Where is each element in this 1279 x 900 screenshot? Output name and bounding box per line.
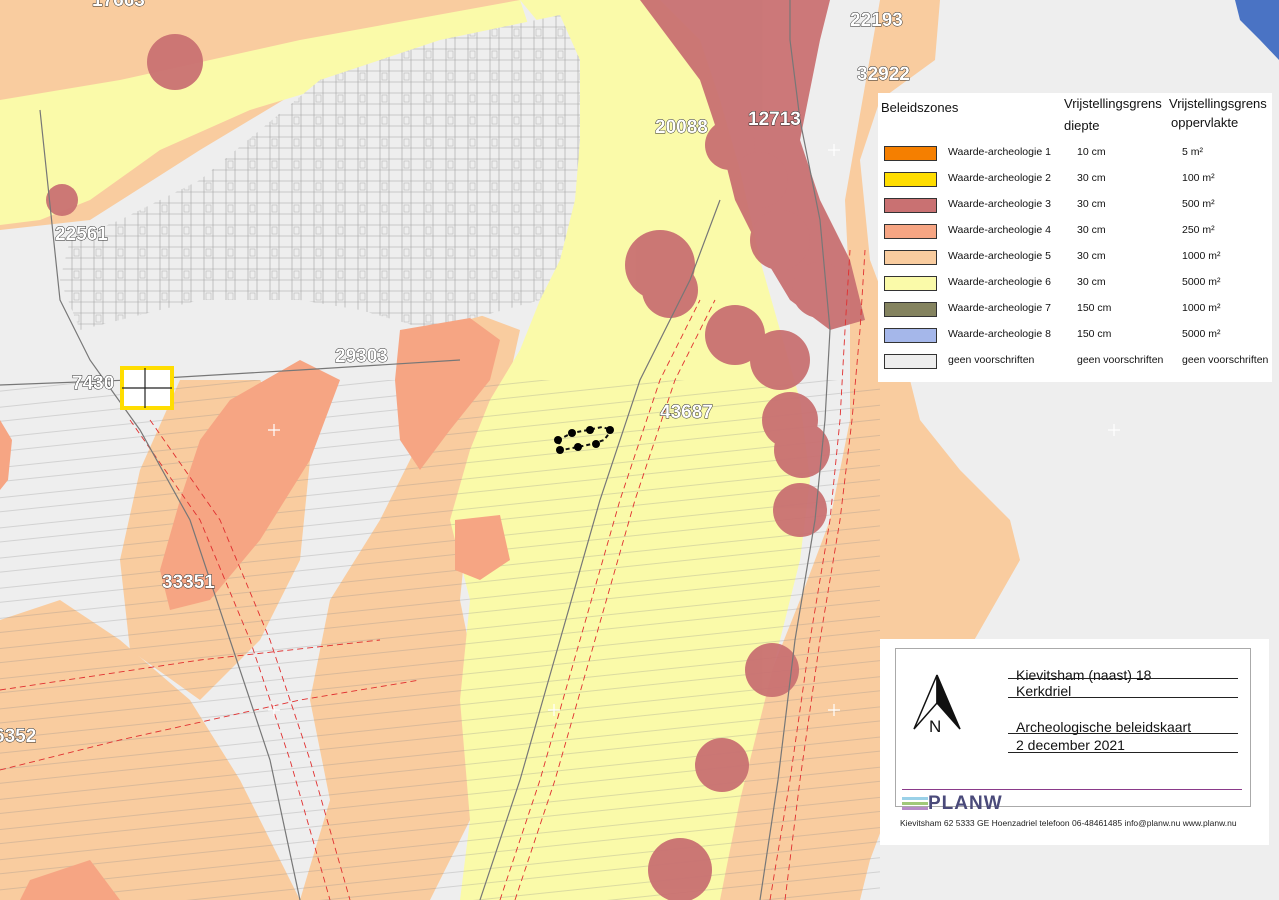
legend-zone-area: 5000 m² — [1182, 276, 1221, 288]
company-address: Kievitsham 62 5333 GE Hoenzadriel telefo… — [900, 818, 1237, 828]
legend-zone-name: Waarde-archeologie 2 — [948, 172, 1051, 184]
plot-label-32922: 32922 — [857, 64, 910, 85]
legend-row: Waarde-archeologie 1 10 cm 5 m² — [878, 143, 1272, 165]
legend-zone-depth: 10 cm — [1077, 146, 1106, 158]
legend-col-depth-line1: Vrijstellingsgrens — [1064, 96, 1162, 111]
legend-zone-name: Waarde-archeologie 3 — [948, 198, 1051, 210]
legend-zone-area: 5000 m² — [1182, 328, 1221, 340]
legend-row: Waarde-archeologie 7 150 cm 1000 m² — [878, 299, 1272, 321]
title-block: N Kievitsham (naast) 18 Kerkdriel Archeo… — [880, 639, 1269, 845]
map-legend: Beleidszones Vrijstellingsgrens diepte V… — [878, 93, 1272, 382]
legend-zone-depth: 30 cm — [1077, 250, 1106, 262]
legend-zone-name: Waarde-archeologie 8 — [948, 328, 1051, 340]
legend-swatch — [884, 354, 937, 369]
legend-title: Beleidszones — [881, 100, 959, 115]
legend-row: Waarde-archeologie 3 30 cm 500 m² — [878, 195, 1272, 217]
legend-zone-name: Waarde-archeologie 5 — [948, 250, 1051, 262]
plot-label-7430: 7430 — [72, 373, 114, 394]
legend-zone-name: Waarde-archeologie 4 — [948, 224, 1051, 236]
map-date: 2 december 2021 — [1016, 737, 1125, 753]
legend-zone-name: Waarde-archeologie 6 — [948, 276, 1051, 288]
legend-row: Waarde-archeologie 2 30 cm 100 m² — [878, 169, 1272, 191]
plot-label-20088: 20088 — [655, 117, 708, 138]
legend-zone-depth: 30 cm — [1077, 198, 1106, 210]
legend-zone-area: 1000 m² — [1182, 250, 1221, 262]
project-name: Kievitsham (naast) 18 — [1016, 667, 1152, 683]
legend-zone-name: Waarde-archeologie 1 — [948, 146, 1051, 158]
legend-swatch — [884, 172, 937, 187]
legend-zone-name: Waarde-archeologie 7 — [948, 302, 1051, 314]
plot-label-33351: 33351 — [162, 572, 215, 593]
legend-swatch — [884, 146, 937, 161]
plot-label-29303: 29303 — [335, 346, 388, 367]
legend-zone-depth: 30 cm — [1077, 224, 1106, 236]
plot-label-43687: 43687 — [660, 402, 713, 423]
legend-row: geen voorschriften geen voorschriften ge… — [878, 351, 1272, 373]
legend-col-depth-line2: diepte — [1064, 118, 1100, 133]
legend-zone-area: 1000 m² — [1182, 302, 1221, 314]
legend-row: Waarde-archeologie 6 30 cm 5000 m² — [878, 273, 1272, 295]
legend-col-area-line2: oppervlakte — [1171, 115, 1239, 130]
legend-zone-area: geen voorschriften — [1182, 354, 1269, 366]
legend-swatch — [884, 198, 937, 213]
plot-label-22193: 22193 — [850, 10, 903, 31]
plot-label-22561: 22561 — [55, 224, 108, 245]
legend-swatch — [884, 328, 937, 343]
company-logo: PLANW — [928, 793, 1003, 814]
plot-label-6352: 6352 — [0, 726, 36, 747]
legend-row: Waarde-archeologie 5 30 cm 1000 m² — [878, 247, 1272, 269]
plot-label-17663: 17663 — [92, 0, 145, 11]
legend-swatch — [884, 250, 937, 265]
legend-zone-area: 5 m² — [1182, 146, 1203, 158]
legend-zone-area: 250 m² — [1182, 224, 1215, 236]
plot-label-12713: 12713 — [748, 109, 801, 130]
legend-swatch — [884, 276, 937, 291]
legend-zone-depth: 30 cm — [1077, 276, 1106, 288]
legend-zone-depth: geen voorschriften — [1077, 354, 1164, 366]
legend-swatch — [884, 224, 937, 239]
planw-logo-icon — [902, 797, 928, 810]
legend-row: Waarde-archeologie 8 150 cm 5000 m² — [878, 325, 1272, 347]
legend-zone-name: geen voorschriften — [948, 354, 1035, 366]
legend-zone-area: 500 m² — [1182, 198, 1215, 210]
legend-col-area-line1: Vrijstellingsgrens — [1169, 96, 1267, 111]
legend-zone-depth: 150 cm — [1077, 328, 1112, 340]
legend-swatch — [884, 302, 937, 317]
north-label: N — [929, 717, 942, 736]
legend-row: Waarde-archeologie 4 30 cm 250 m² — [878, 221, 1272, 243]
legend-zone-area: 100 m² — [1182, 172, 1215, 184]
legend-zone-depth: 150 cm — [1077, 302, 1112, 314]
legend-zone-depth: 30 cm — [1077, 172, 1106, 184]
